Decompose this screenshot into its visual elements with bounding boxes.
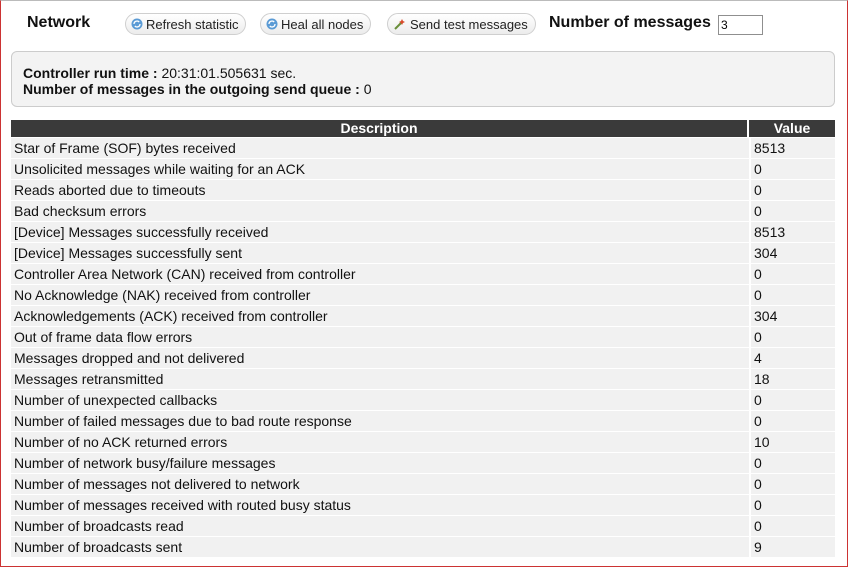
stat-description: [Device] Messages successfully received <box>11 222 749 242</box>
number-of-messages-label: Number of messages <box>549 14 711 31</box>
stat-description: Number of network busy/failure messages <box>11 453 749 473</box>
stat-value: 0 <box>749 474 835 494</box>
stat-description: Star of Frame (SOF) bytes received <box>11 138 749 158</box>
stat-value: 0 <box>749 201 835 221</box>
table-row: Number of unexpected callbacks 0 <box>11 390 835 410</box>
table-row: Number of network busy/failure messages 0 <box>11 453 835 473</box>
stat-description: Number of failed messages due to bad rou… <box>11 411 749 431</box>
stat-description: Reads aborted due to timeouts <box>11 180 749 200</box>
column-header-description: Description <box>11 120 749 137</box>
table-row: Controller Area Network (CAN) received f… <box>11 264 835 284</box>
stat-description: Out of frame data flow errors <box>11 327 749 347</box>
table-row: Out of frame data flow errors 0 <box>11 327 835 347</box>
stat-description: No Acknowledge (NAK) received from contr… <box>11 285 749 305</box>
number-of-messages-input[interactable] <box>718 15 763 35</box>
table-row: Number of failed messages due to bad rou… <box>11 411 835 431</box>
toolbar: Network Refresh statistic Heal all nodes… <box>1 9 847 39</box>
refresh-statistic-label: Refresh statistic <box>146 17 239 32</box>
stat-description: Number of unexpected callbacks <box>11 390 749 410</box>
stat-value: 0 <box>749 453 835 473</box>
table-row: Messages retransmitted 18 <box>11 369 835 389</box>
stat-value: 304 <box>749 243 835 263</box>
refresh-icon <box>131 15 143 37</box>
stat-description: Bad checksum errors <box>11 201 749 221</box>
run-time-value: 20:31:01.505631 sec. <box>161 65 297 81</box>
stat-value: 9 <box>749 537 835 557</box>
table-row: Bad checksum errors 0 <box>11 201 835 221</box>
stat-description: Number of messages not delivered to netw… <box>11 474 749 494</box>
stat-value: 0 <box>749 264 835 284</box>
network-panel: Network Refresh statistic Heal all nodes… <box>0 0 848 567</box>
send-queue-label: Number of messages in the outgoing send … <box>23 81 360 97</box>
table-row: Number of broadcasts sent 9 <box>11 537 835 557</box>
table-row: Number of no ACK returned errors 10 <box>11 432 835 452</box>
stat-description: Number of broadcasts sent <box>11 537 749 557</box>
table-row: Number of broadcasts read 0 <box>11 516 835 536</box>
stat-value: 18 <box>749 369 835 389</box>
stat-description: Messages retransmitted <box>11 369 749 389</box>
stat-value: 8513 <box>749 138 835 158</box>
table-row: Unsolicited messages while waiting for a… <box>11 159 835 179</box>
stat-value: 0 <box>749 180 835 200</box>
stat-value: 0 <box>749 159 835 179</box>
stat-description: Controller Area Network (CAN) received f… <box>11 264 749 284</box>
stat-description: Number of broadcasts read <box>11 516 749 536</box>
stat-description: Messages dropped and not delivered <box>11 348 749 368</box>
table-row: Acknowledgements (ACK) received from con… <box>11 306 835 326</box>
table-row: Star of Frame (SOF) bytes received 8513 <box>11 138 835 158</box>
stat-description: [Device] Messages successfully sent <box>11 243 749 263</box>
table-row: Number of messages received with routed … <box>11 495 835 515</box>
page-title: Network <box>27 14 91 31</box>
run-time-line: Controller run time : 20:31:01.505631 se… <box>23 65 834 81</box>
refresh-statistic-button[interactable]: Refresh statistic <box>125 13 247 37</box>
heal-all-nodes-button[interactable]: Heal all nodes <box>260 13 372 37</box>
table-row: Messages dropped and not delivered 4 <box>11 348 835 368</box>
controller-info-panel: Controller run time : 20:31:01.505631 se… <box>11 51 835 107</box>
stat-value: 304 <box>749 306 835 326</box>
stat-value: 0 <box>749 285 835 305</box>
table-row: [Device] Messages successfully received 8… <box>11 222 835 242</box>
stat-value: 0 <box>749 327 835 347</box>
table-header-row: Description Value <box>11 120 835 137</box>
send-test-messages-button[interactable]: Send test messages <box>387 13 536 35</box>
run-time-label: Controller run time : <box>23 65 158 81</box>
stat-description: Unsolicited messages while waiting for a… <box>11 159 749 179</box>
stat-value: 0 <box>749 516 835 536</box>
send-queue-value: 0 <box>363 81 372 97</box>
stat-value: 0 <box>749 390 835 410</box>
send-test-messages-label: Send test messages <box>410 17 528 32</box>
send-queue-line: Number of messages in the outgoing send … <box>23 81 834 97</box>
table-row: Reads aborted due to timeouts 0 <box>11 180 835 200</box>
table-row: No Acknowledge (NAK) received from contr… <box>11 285 835 305</box>
stat-value: 10 <box>749 432 835 452</box>
stat-description: Number of messages received with routed … <box>11 495 749 515</box>
statistics-table-body: Star of Frame (SOF) bytes received 8513 Un… <box>11 138 835 557</box>
stat-value: 8513 <box>749 222 835 242</box>
statistics-table: Description Value Star of Frame (SOF) by… <box>11 119 835 558</box>
stat-value: 0 <box>749 411 835 431</box>
stat-description: Number of no ACK returned errors <box>11 432 749 452</box>
stat-value: 0 <box>749 495 835 515</box>
column-header-value: Value <box>749 120 835 137</box>
wand-icon <box>393 15 407 37</box>
stat-description: Acknowledgements (ACK) received from con… <box>11 306 749 326</box>
heal-all-nodes-label: Heal all nodes <box>281 17 364 32</box>
refresh-icon <box>266 15 278 37</box>
table-row: [Device] Messages successfully sent 304 <box>11 243 835 263</box>
table-row: Number of messages not delivered to netw… <box>11 474 835 494</box>
stat-value: 4 <box>749 348 835 368</box>
